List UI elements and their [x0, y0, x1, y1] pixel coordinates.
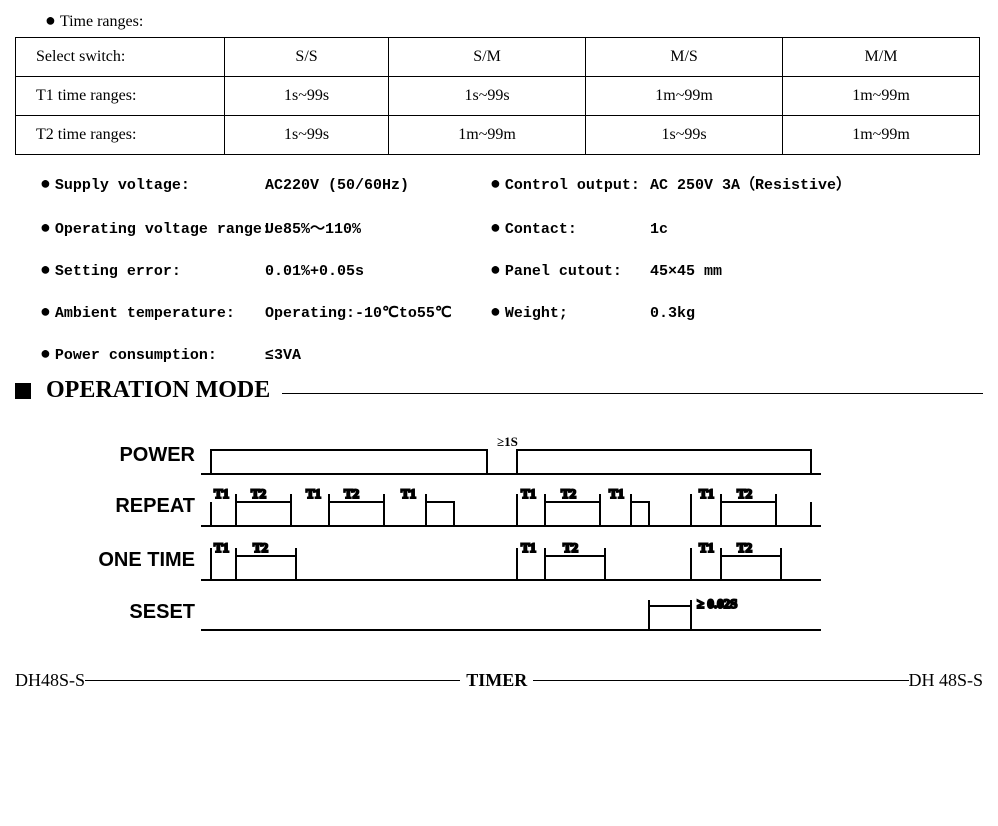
power-waveform: ≥1S	[201, 434, 821, 476]
table-cell: 1m~99m	[389, 116, 586, 155]
contact-value: 1c	[650, 221, 983, 238]
footer-line	[85, 680, 460, 681]
gte002s-label: ≥ 0.02S	[697, 596, 737, 611]
svg-text:T1: T1	[214, 540, 229, 555]
power-consumption-value: ≤3VA	[265, 347, 490, 364]
contact-label: ●Contact:	[490, 219, 650, 239]
setting-error-label: ●Setting error:	[40, 261, 265, 281]
table-cell: 1m~99m	[783, 116, 980, 155]
table-cell: S/S	[225, 38, 389, 77]
supply-voltage-label: ●Supply voltage:	[40, 175, 265, 195]
ambient-temp-label: ●Ambient temperature:	[40, 303, 265, 323]
table-cell: 1s~99s	[389, 77, 586, 116]
svg-text:T2: T2	[737, 486, 752, 501]
svg-text:T1: T1	[609, 486, 624, 501]
one-time-waveform: T1 T2 T1 T2 T1 T2	[201, 536, 821, 584]
power-label: POWER	[75, 444, 201, 467]
footer-center: TIMER	[466, 670, 527, 691]
svg-text:T2: T2	[253, 540, 268, 555]
seset-waveform: ≥ 0.02S	[201, 590, 821, 634]
table-cell: 1s~99s	[225, 116, 389, 155]
operation-mode-title: OPERATION MODE	[46, 377, 270, 404]
control-output-value: AC 250V 3A（Resistive）	[650, 173, 983, 194]
table-cell: 1m~99m	[586, 77, 783, 116]
table-cell: 1s~99s	[586, 116, 783, 155]
panel-cutout-label: ●Panel cutout:	[490, 261, 650, 281]
operation-mode-header: OPERATION MODE	[15, 377, 983, 404]
footer-left: DH48S-S	[15, 670, 85, 691]
repeat-label: REPEAT	[75, 495, 201, 518]
setting-error-value: 0.01%+0.05s	[265, 263, 490, 280]
table-cell: M/M	[783, 38, 980, 77]
svg-text:T2: T2	[561, 486, 576, 501]
time-ranges-text: Time ranges:	[60, 13, 143, 30]
weight-value: 0.3kg	[650, 305, 983, 322]
svg-text:T1: T1	[401, 486, 416, 501]
control-output-label: ●Control output:	[490, 175, 650, 195]
power-consumption-label: ●Power consumption:	[40, 345, 265, 365]
seset-row: SESET ≥ 0.02S	[75, 590, 983, 634]
svg-text:T1: T1	[521, 540, 536, 555]
svg-text:T1: T1	[306, 486, 321, 501]
repeat-waveform: T1 T2 T1 T2 T1 T1	[201, 482, 821, 530]
svg-text:T2: T2	[737, 540, 752, 555]
table-cell: M/S	[586, 38, 783, 77]
header-line	[282, 393, 983, 394]
time-ranges-table: Select switch: S/S S/M M/S M/M T1 time r…	[15, 37, 980, 155]
ambient-temp-value: Operating:-10℃to55℃	[265, 303, 490, 322]
footer-right: DH 48S-S	[909, 670, 984, 691]
table-cell: 1s~99s	[225, 77, 389, 116]
one-time-label: ONE TIME	[75, 549, 201, 572]
time-ranges-heading: ●Time ranges:	[45, 10, 983, 31]
svg-text:T1: T1	[521, 486, 536, 501]
repeat-row: REPEAT T1 T2 T1 T2 T1	[75, 482, 983, 530]
op-voltage-range-value: Ue85%～110%	[265, 217, 490, 238]
power-row: POWER ≥1S	[75, 434, 983, 476]
svg-text:T2: T2	[344, 486, 359, 501]
seset-label: SESET	[75, 601, 201, 624]
svg-text:T2: T2	[251, 486, 266, 501]
table-cell: 1m~99m	[783, 77, 980, 116]
table-row: T1 time ranges: 1s~99s 1s~99s 1m~99m 1m~…	[16, 77, 980, 116]
svg-text:T1: T1	[699, 540, 714, 555]
table-row: Select switch: S/S S/M M/S M/M	[16, 38, 980, 77]
gte1s-label: ≥1S	[497, 434, 518, 449]
table-row: T2 time ranges: 1s~99s 1m~99m 1s~99s 1m~…	[16, 116, 980, 155]
square-icon	[15, 383, 31, 399]
supply-voltage-value: AC220V (50/60Hz)	[265, 177, 490, 194]
weight-label: ●Weight;	[490, 303, 650, 323]
table-cell: T1 time ranges:	[16, 77, 225, 116]
svg-text:T1: T1	[699, 486, 714, 501]
table-cell: Select switch:	[16, 38, 225, 77]
one-time-row: ONE TIME T1 T2 T1 T2 T1 T2	[75, 536, 983, 584]
table-cell: T2 time ranges:	[16, 116, 225, 155]
bullet-icon: ●	[45, 10, 56, 30]
table-cell: S/M	[389, 38, 586, 77]
page-footer: DH48S-S TIMER DH 48S-S	[15, 670, 983, 691]
svg-text:T2: T2	[563, 540, 578, 555]
timing-diagram: POWER ≥1S REPEAT T1	[75, 434, 983, 634]
svg-text:T1: T1	[214, 486, 229, 501]
panel-cutout-value: 45×45 mm	[650, 263, 983, 280]
specs-grid: ●Supply voltage: AC220V (50/60Hz) ●Contr…	[40, 173, 983, 365]
op-voltage-range-label: ●Operating voltage range:	[40, 219, 265, 239]
footer-line	[533, 680, 908, 681]
